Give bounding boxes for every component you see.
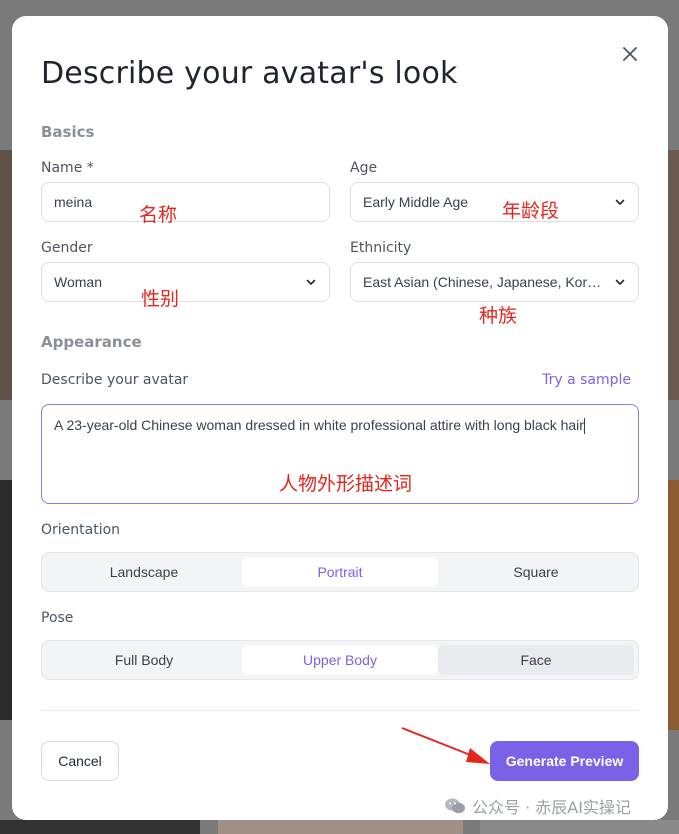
name-input[interactable]: meina [41, 182, 330, 222]
background-photo [667, 480, 679, 730]
close-icon[interactable] [620, 44, 640, 64]
background-photo [0, 820, 200, 834]
generate-preview-button[interactable]: Generate Preview [490, 741, 639, 781]
background-photo [0, 480, 12, 720]
annotation-name: 名称 [139, 204, 178, 226]
watermark: 公众号 · 赤辰AI实操记 [444, 794, 631, 818]
describe-label: Describe your avatar [41, 372, 189, 388]
annotation-age: 年龄段 [502, 200, 560, 222]
pose-upper-body[interactable]: Upper Body [242, 645, 438, 675]
avatar-dialog: Describe your avatar's look Basics Name … [12, 16, 668, 820]
orientation-toggle: Landscape Portrait Square [41, 552, 639, 592]
description-text: A 23-year-old Chinese woman dressed in w… [54, 417, 584, 433]
wechat-icon [445, 798, 465, 814]
try-sample-link[interactable]: Try a sample [542, 372, 631, 388]
chevron-down-icon [615, 199, 625, 205]
background-photo [667, 150, 679, 400]
text-cursor [583, 418, 585, 435]
gender-select[interactable]: Woman [41, 262, 330, 302]
orientation-landscape[interactable]: Landscape [46, 557, 242, 587]
footer-divider [41, 710, 639, 711]
name-value: meina [54, 194, 93, 210]
chevron-down-icon [615, 279, 625, 285]
age-select[interactable]: Early Middle Age [350, 182, 639, 222]
watermark-text: 公众号 · 赤辰AI实操记 [472, 798, 631, 817]
pose-label: Pose [41, 610, 74, 626]
cancel-button[interactable]: Cancel [41, 741, 119, 781]
annotation-arrow-icon [401, 727, 490, 764]
orientation-square[interactable]: Square [438, 557, 634, 587]
annotation-description: 人物外形描述词 [279, 473, 413, 495]
section-appearance: Appearance [41, 333, 142, 351]
section-basics: Basics [41, 123, 95, 141]
background-photo [0, 150, 12, 400]
ethnicity-value: East Asian (Chinese, Japanese, Korean) [363, 274, 606, 290]
gender-label: Gender [41, 240, 93, 256]
background-photo [218, 820, 463, 834]
dialog-title: Describe your avatar's look [41, 56, 458, 91]
ethnicity-select[interactable]: East Asian (Chinese, Japanese, Korean) [350, 262, 639, 302]
age-value: Early Middle Age [363, 194, 469, 210]
age-label: Age [350, 160, 378, 176]
annotation-gender: 性别 [141, 288, 180, 310]
orientation-label: Orientation [41, 522, 121, 538]
pose-full-body[interactable]: Full Body [46, 645, 242, 675]
ethnicity-label: Ethnicity [350, 240, 412, 256]
name-label: Name * [41, 160, 94, 176]
pose-toggle: Full Body Upper Body Face [41, 640, 639, 680]
annotation-ethnicity: 种族 [479, 305, 518, 327]
background-photo [480, 820, 679, 834]
pose-face[interactable]: Face [438, 645, 634, 675]
orientation-portrait[interactable]: Portrait [242, 557, 438, 587]
chevron-down-icon [306, 279, 316, 285]
